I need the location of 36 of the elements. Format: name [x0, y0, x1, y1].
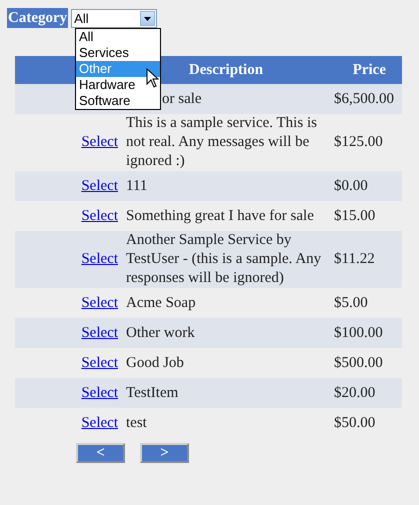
select-link[interactable]: Select	[81, 208, 118, 224]
price-text: $50.00	[334, 414, 376, 430]
price-text: $11.22	[334, 251, 375, 267]
category-dropdown[interactable]: All	[71, 9, 158, 28]
select-link[interactable]: Select	[81, 384, 118, 400]
select-link[interactable]: Select	[81, 324, 118, 340]
description-text: Other work	[126, 324, 195, 340]
description-text: TestItem	[126, 384, 178, 400]
select-link[interactable]: Select	[81, 354, 118, 370]
price-text: $500.00	[334, 354, 383, 370]
select-link[interactable]: Select	[81, 251, 118, 267]
description-text: 111	[126, 178, 148, 194]
description-text: Good Job	[126, 354, 184, 370]
select-link[interactable]: Select	[81, 178, 118, 194]
select-link[interactable]: Select	[81, 134, 118, 150]
price-text: $15.00	[334, 208, 376, 224]
dropdown-option[interactable]: Software	[76, 93, 160, 109]
description-text: Something great I have for sale	[126, 208, 314, 224]
column-header: Price	[330, 56, 402, 84]
category-label: Category	[7, 8, 68, 28]
price-text: $6,500.00	[334, 90, 394, 106]
price-text: $100.00	[334, 324, 383, 340]
description-text: Another Sample Service by TestUser - (this is a sample. Any responses will be ignored)	[126, 232, 322, 286]
next-page-button[interactable]: >	[140, 443, 189, 463]
price-text: $0.00	[334, 178, 368, 194]
description-text: test	[126, 414, 147, 430]
select-link[interactable]: Select	[81, 414, 118, 430]
previous-page-button[interactable]: <	[76, 443, 125, 463]
description-text: This is a sample service. This is not real. Any messages will be ignored :)	[126, 115, 317, 169]
price-text: $5.00	[334, 294, 368, 310]
description-text: Acme Soap	[126, 294, 196, 310]
price-text: $125.00	[334, 134, 383, 150]
select-link[interactable]: Select	[81, 294, 118, 310]
price-text: $20.00	[334, 384, 376, 400]
description-text: or sale	[162, 90, 202, 106]
dropdown-option[interactable]: All	[76, 29, 160, 45]
